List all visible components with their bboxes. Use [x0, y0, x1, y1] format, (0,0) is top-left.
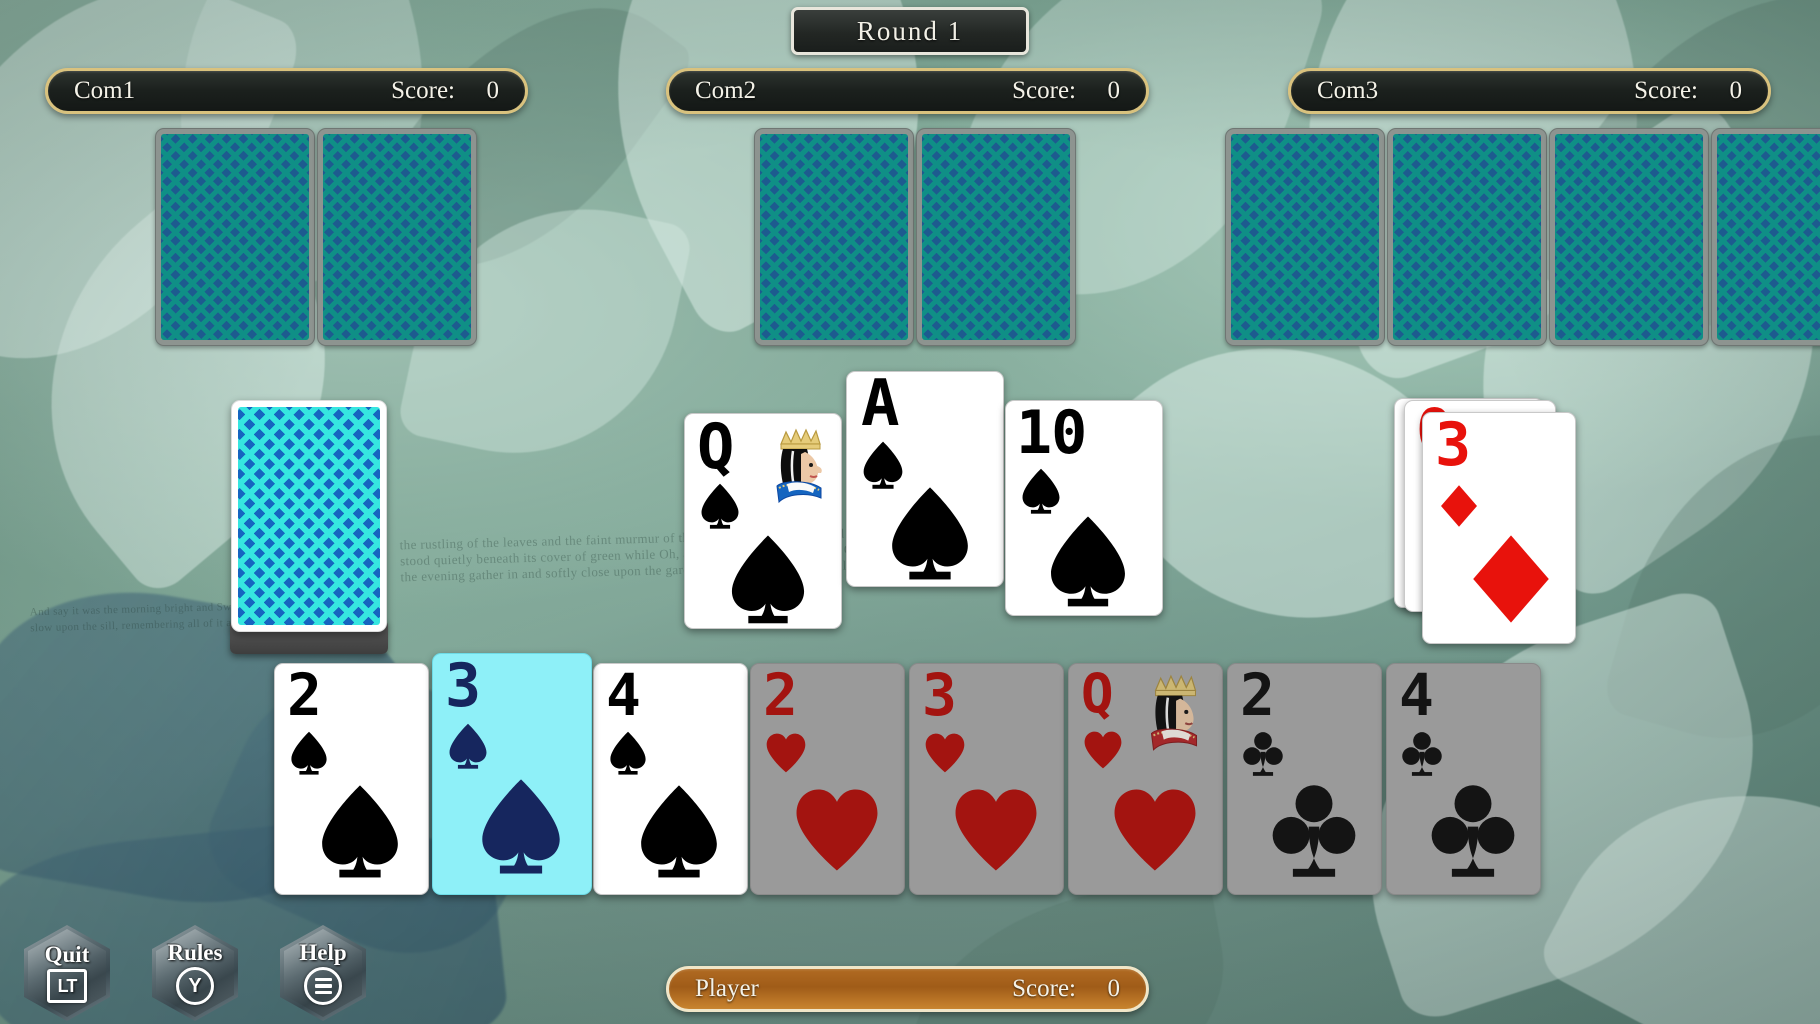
diamond-icon — [1469, 531, 1553, 627]
hand-card-two-clubs-disabled[interactable]: 2 — [1227, 663, 1382, 895]
menu-icon — [304, 967, 342, 1005]
card-rank: Q — [1081, 663, 1114, 725]
score-banner-player: Player Score: 0 — [666, 966, 1149, 1012]
spade-icon — [636, 782, 722, 880]
menu-icon-lines — [314, 977, 332, 995]
spade-icon — [608, 730, 648, 776]
card-rank: 10 — [1016, 400, 1087, 468]
opponent-card-back — [1225, 128, 1385, 346]
opponent-card-back — [1387, 128, 1547, 346]
deck-back-pattern — [238, 407, 380, 625]
opponent-card-back — [317, 128, 477, 346]
spade-icon — [699, 482, 741, 530]
opponent-card-back — [155, 128, 315, 346]
card-rank: 4 — [1399, 663, 1434, 729]
score-banner-com2: Com2 Score: 0 — [666, 68, 1149, 114]
spade-icon — [477, 776, 565, 876]
hand-card-two-hearts-disabled[interactable]: 2 — [750, 663, 905, 895]
club-icon — [1401, 730, 1443, 778]
card-rank: 2 — [287, 663, 322, 729]
card-rank: 2 — [763, 663, 798, 729]
lt-badge-text: LT — [57, 975, 78, 996]
opponent-card-back — [754, 128, 914, 346]
club-icon — [1429, 782, 1517, 880]
player-name-com1: Com1 — [74, 77, 136, 104]
table-card-ten-spades[interactable]: 10 — [1005, 400, 1163, 616]
lt-trigger-icon: LT — [47, 969, 87, 1003]
player-name-player: Player — [695, 975, 759, 1002]
player-name-com3: Com3 — [1317, 77, 1379, 104]
discard-card-three-diamonds[interactable]: 3 — [1422, 412, 1576, 644]
spade-icon — [289, 730, 329, 776]
help-button-label: Help — [299, 940, 347, 965]
spade-icon — [861, 440, 905, 490]
table-card-queen-spades[interactable]: Q — [684, 413, 842, 629]
card-back-pattern — [1717, 134, 1820, 340]
heart-icon — [793, 782, 881, 878]
hand-card-two-spades[interactable]: 2 — [274, 663, 429, 895]
score-banner-com3: Com3 Score: 0 — [1288, 68, 1771, 114]
queen-portrait — [763, 424, 835, 510]
score-value-player: 0 — [1107, 975, 1121, 1002]
spade-icon — [727, 532, 809, 626]
spade-icon — [1046, 513, 1130, 609]
hand-card-four-clubs-disabled[interactable]: 4 — [1386, 663, 1541, 895]
draw-deck[interactable] — [231, 400, 387, 632]
card-rank: A — [861, 371, 900, 441]
spade-icon — [887, 484, 973, 582]
hand-card-queen-hearts-disabled[interactable]: Q — [1068, 663, 1223, 895]
score-banner-com1: Com1 Score: 0 — [45, 68, 528, 114]
hand-card-three-hearts-disabled[interactable]: 3 — [909, 663, 1064, 895]
rules-button-label: Rules — [167, 940, 223, 965]
y-badge-text: Y — [188, 974, 202, 997]
card-back-pattern — [1555, 134, 1703, 340]
heart-icon — [1111, 782, 1199, 878]
round-indicator: Round 1 — [791, 7, 1029, 55]
quit-button-label: Quit — [44, 942, 90, 967]
spade-icon — [447, 722, 489, 770]
heart-icon — [924, 730, 966, 776]
y-button-icon: Y — [176, 967, 214, 1005]
card-rank: Q — [697, 413, 734, 483]
club-icon — [1270, 782, 1358, 880]
card-rank: 2 — [1240, 663, 1275, 729]
heart-icon — [765, 730, 807, 776]
spade-icon — [317, 782, 403, 880]
score-label-com2: Score: — [1012, 77, 1076, 104]
player-name-com2: Com2 — [695, 77, 757, 104]
score-label-com3: Score: — [1634, 77, 1698, 104]
card-back-pattern — [323, 134, 471, 340]
card-back-pattern — [922, 134, 1070, 340]
table-card-ace-spades[interactable]: A — [846, 371, 1004, 587]
card-rank: 3 — [922, 663, 957, 729]
card-rank: 3 — [1435, 412, 1471, 480]
diamond-icon — [1439, 483, 1479, 529]
round-label: Round 1 — [856, 15, 964, 46]
card-rank: 4 — [606, 663, 641, 729]
score-label-player: Score: — [1012, 975, 1076, 1002]
score-value-com1: 0 — [486, 77, 500, 104]
heart-icon — [1083, 728, 1123, 772]
card-back-pattern — [760, 134, 908, 340]
card-rank: 3 — [445, 653, 481, 721]
score-value-com3: 0 — [1729, 77, 1743, 104]
opponent-card-back — [1711, 128, 1820, 346]
heart-icon — [952, 782, 1040, 878]
hand-card-three-spades-selected[interactable]: 3 — [432, 653, 592, 895]
opponent-card-back — [1549, 128, 1709, 346]
score-label-com1: Score: — [391, 77, 455, 104]
opponent-card-back — [916, 128, 1076, 346]
card-back-pattern — [1231, 134, 1379, 340]
club-icon — [1242, 730, 1284, 778]
spade-icon — [1020, 467, 1062, 515]
hand-card-four-spades[interactable]: 4 — [593, 663, 748, 895]
card-back-pattern — [161, 134, 309, 340]
queen-portrait — [1137, 670, 1211, 758]
score-value-com2: 0 — [1107, 77, 1121, 104]
card-back-pattern — [1393, 134, 1541, 340]
